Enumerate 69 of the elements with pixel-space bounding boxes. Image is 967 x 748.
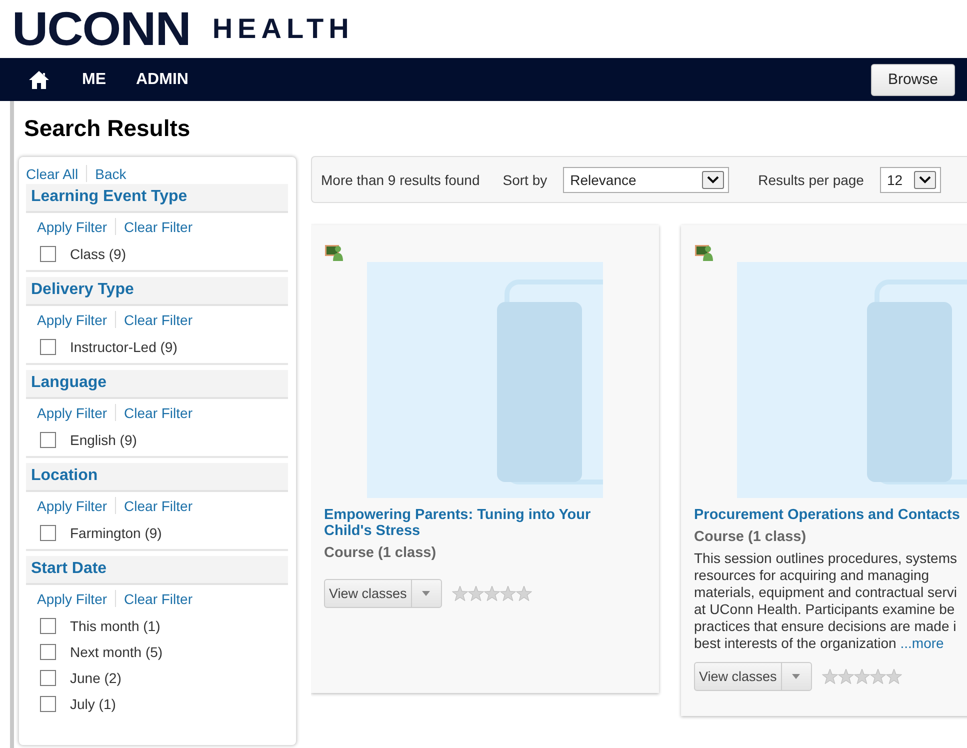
clear-filter-link[interactable]: Clear Filter <box>124 404 192 420</box>
apply-filter-link[interactable]: Apply Filter <box>37 218 108 234</box>
checkbox-label[interactable]: Instructor-Led (9) <box>70 339 178 355</box>
classroom-icon <box>324 242 344 262</box>
apply-filter-link[interactable]: Apply Filter <box>37 498 108 514</box>
results-per-page-label: Results per page <box>758 172 864 188</box>
caret-icon <box>422 591 430 596</box>
classroom-icon <box>694 242 714 262</box>
apply-filter-link[interactable]: Apply Filter <box>37 312 108 328</box>
results-per-page-dropdown[interactable]: 12 <box>880 166 941 192</box>
logo-wordmark: UCONN <box>12 8 190 50</box>
filter-group-heading: Learning Event Type <box>26 184 288 213</box>
checkbox[interactable] <box>40 644 56 660</box>
checkbox[interactable] <box>40 618 56 634</box>
browse-button[interactable]: Browse <box>870 64 955 96</box>
star-rating[interactable] <box>452 586 532 601</box>
course-title-link[interactable]: Empowering Parents: Tuning into Your Child's Stress <box>324 507 624 539</box>
clear-filter-link[interactable]: Clear Filter <box>124 312 192 328</box>
dropdown-caret-icon <box>702 170 724 188</box>
clear-filter-link[interactable]: Clear Filter <box>124 590 192 606</box>
course-type: Course (1 class) <box>324 545 438 561</box>
checkbox[interactable] <box>40 339 56 355</box>
course-description: This session outlines procedures, systems resources for acquiring and managing materials, equipment and contractual servi at UConn Health. Participants examine be practices that ensure decisions are made i best interests of the organization ...more <box>694 550 958 652</box>
star-rating[interactable] <box>822 669 902 684</box>
clear-filter-link[interactable]: Clear Filter <box>124 218 192 234</box>
checkbox[interactable] <box>40 525 56 541</box>
star-icon <box>452 586 468 601</box>
filter-group-heading: Delivery Type <box>26 277 288 306</box>
clear-all-link[interactable]: Clear All <box>26 166 78 182</box>
caret-icon <box>792 674 800 679</box>
nav-link[interactable]: ADMIN <box>136 70 188 88</box>
checkbox[interactable] <box>40 432 56 448</box>
star-icon <box>822 669 838 684</box>
star-icon <box>838 669 854 684</box>
apply-filter-link[interactable]: Apply Filter <box>37 590 108 606</box>
checkbox[interactable] <box>40 246 56 262</box>
sort-dropdown[interactable]: Relevance <box>563 166 730 192</box>
star-icon <box>516 586 532 601</box>
checkbox-label[interactable]: July (1) <box>70 696 116 712</box>
filter-group-heading: Language <box>26 370 288 399</box>
checkbox-label[interactable]: June (2) <box>70 670 122 686</box>
star-icon <box>468 586 484 601</box>
checkbox[interactable] <box>40 696 56 712</box>
star-icon <box>886 669 902 684</box>
checkbox-label[interactable]: Next month (5) <box>70 644 163 660</box>
clear-filter-link[interactable]: Clear Filter <box>124 498 192 514</box>
star-icon <box>484 586 500 601</box>
filter-group-heading: Start Date <box>26 556 288 585</box>
checkbox-label[interactable]: This month (1) <box>70 618 160 634</box>
checkbox-label[interactable]: Farmington (9) <box>70 525 162 541</box>
home-icon[interactable] <box>28 70 50 90</box>
results-count: More than 9 results found <box>321 172 480 188</box>
course-title-link[interactable]: Procurement Operations and Contacts <box>694 507 967 523</box>
course-type: Course (1 class) <box>694 529 808 545</box>
back-link[interactable]: Back <box>95 166 126 182</box>
dropdown-caret-icon <box>914 170 936 188</box>
checkbox[interactable] <box>40 670 56 686</box>
page-title: Search Results <box>24 114 192 142</box>
logo-subtitle: HEALTH <box>212 14 354 44</box>
filter-group-heading: Location <box>26 463 288 492</box>
more-link[interactable]: ...more <box>900 635 944 651</box>
sort-label: Sort by <box>502 172 548 188</box>
star-icon <box>854 669 870 684</box>
apply-filter-link[interactable]: Apply Filter <box>37 404 108 420</box>
star-icon <box>500 586 516 601</box>
nav-link[interactable]: ME <box>82 70 106 88</box>
checkbox-label[interactable]: English (9) <box>70 432 137 448</box>
star-icon <box>870 669 886 684</box>
checkbox-label[interactable]: Class (9) <box>70 246 126 262</box>
